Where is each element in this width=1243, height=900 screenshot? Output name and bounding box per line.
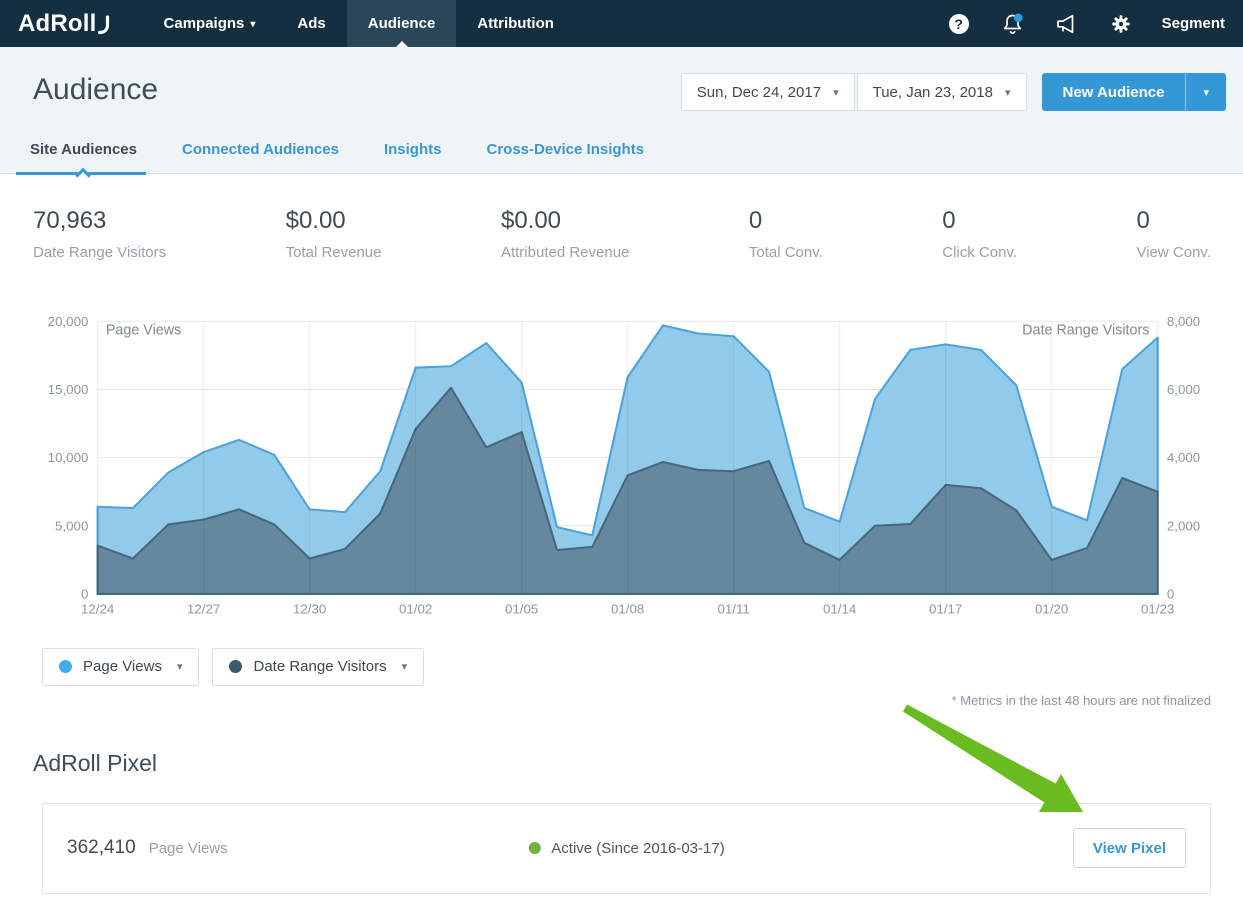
svg-text:5,000: 5,000 [55, 518, 88, 533]
svg-text:12/27: 12/27 [187, 601, 220, 616]
nav-item-campaigns[interactable]: Campaigns ▾ [143, 0, 277, 47]
stat-total-conv: 0 Total Conv. [749, 207, 823, 261]
svg-text:4,000: 4,000 [1167, 450, 1200, 465]
main-nav: Campaigns ▾ Ads Audience Attribution [143, 0, 575, 47]
segment-menu[interactable]: Segment [1148, 15, 1243, 32]
pixel-section-title: AdRoll Pixel [0, 708, 1243, 777]
view-pixel-button[interactable]: View Pixel [1073, 828, 1186, 868]
pixel-card: 362,410 Page Views Active (Since 2016-03… [42, 803, 1211, 894]
nav-item-attribution[interactable]: Attribution [456, 0, 575, 47]
svg-text:12/24: 12/24 [81, 601, 115, 616]
megaphone-icon[interactable] [1040, 12, 1094, 36]
help-icon[interactable]: ? [932, 14, 986, 34]
svg-text:12/30: 12/30 [293, 601, 326, 616]
svg-text:01/11: 01/11 [717, 601, 749, 616]
stat-date-range-visitors: 70,963 Date Range Visitors [33, 207, 166, 261]
end-date-dropdown[interactable]: Tue, Jan 23, 2018 ▾ [857, 73, 1027, 111]
bell-icon[interactable] [986, 12, 1040, 36]
tab-cross-device-insights[interactable]: Cross-Device Insights [486, 141, 644, 173]
active-status-dot [528, 842, 540, 854]
stat-view-conv: 0 View Conv. [1136, 207, 1210, 261]
tab-site-audiences[interactable]: Site Audiences [30, 141, 137, 173]
adroll-logo[interactable]: AdRoll [0, 0, 125, 47]
tab-connected-audiences[interactable]: Connected Audiences [182, 141, 339, 173]
navbar-right: ? [932, 0, 1243, 47]
svg-text:8,000: 8,000 [1167, 314, 1200, 329]
svg-text:Page Views: Page Views [106, 323, 182, 339]
svg-text:Date Range Visitors: Date Range Visitors [1022, 323, 1149, 339]
svg-text:0: 0 [1167, 587, 1174, 602]
metrics-footnote: * Metrics in the last 48 hours are not f… [0, 686, 1243, 708]
svg-text:01/08: 01/08 [611, 601, 644, 616]
stat-total-revenue: $0.00 Total Revenue [286, 207, 382, 261]
new-audience-split-button: New Audience ▾ [1042, 73, 1227, 111]
stat-attributed-revenue: $0.00 Attributed Revenue [501, 207, 629, 261]
chevron-down-icon: ▾ [177, 660, 183, 673]
svg-text:01/17: 01/17 [929, 601, 962, 616]
chevron-down-icon: ▾ [402, 660, 408, 673]
legend-page-views-dropdown[interactable]: Page Views ▾ [42, 648, 199, 686]
svg-text:20,000: 20,000 [48, 314, 89, 329]
chevron-down-icon: ▾ [1005, 86, 1011, 99]
svg-text:01/02: 01/02 [399, 601, 432, 616]
audience-tabs: Site Audiences Connected Audiences Insig… [30, 111, 1226, 173]
chevron-down-icon: ▾ [833, 86, 839, 99]
svg-text:01/14: 01/14 [823, 601, 857, 616]
svg-text:01/20: 01/20 [1035, 601, 1068, 616]
date-range-picker: Sun, Dec 24, 2017 ▾ Tue, Jan 23, 2018 ▾ [681, 73, 1027, 111]
nav-item-audience[interactable]: Audience [347, 0, 457, 47]
status-text: Active (Since 2016-03-17) [551, 840, 724, 857]
svg-text:2,000: 2,000 [1167, 518, 1200, 533]
page-header: Audience Sun, Dec 24, 2017 ▾ Tue, Jan 23… [0, 47, 1243, 174]
page-title: Audience [33, 73, 158, 107]
chevron-down-icon: ▾ [250, 19, 255, 30]
top-navbar: AdRoll Campaigns ▾ Ads Audience Attribut… [0, 0, 1243, 47]
legend-date-range-visitors-dropdown[interactable]: Date Range Visitors ▾ [212, 648, 424, 686]
gear-icon[interactable] [1094, 13, 1148, 35]
chart-svg: 0 0 5,000 2,000 10,000 4,000 15,000 6,000 20,000… [32, 311, 1211, 619]
svg-text:6,000: 6,000 [1167, 382, 1200, 397]
nav-item-ads[interactable]: Ads [276, 0, 346, 47]
svg-text:0: 0 [81, 587, 88, 602]
date-range-visitors-dot [229, 660, 242, 673]
new-audience-button[interactable]: New Audience [1042, 73, 1186, 111]
svg-text:15,000: 15,000 [48, 382, 89, 397]
svg-text:01/23: 01/23 [1141, 601, 1174, 616]
pixel-page-views: 362,410 Page Views [67, 837, 228, 859]
new-audience-dropdown-toggle[interactable]: ▾ [1185, 73, 1226, 111]
svg-text:01/05: 01/05 [505, 601, 538, 616]
brand-text: AdRoll [18, 10, 97, 38]
stat-click-conv: 0 Click Conv. [942, 207, 1017, 261]
traffic-chart: 0 0 5,000 2,000 10,000 4,000 15,000 6,000 20,000… [0, 311, 1243, 624]
start-date-dropdown[interactable]: Sun, Dec 24, 2017 ▾ [681, 73, 855, 111]
chart-legend: Page Views ▾ Date Range Visitors ▾ [0, 624, 1243, 686]
svg-text:10,000: 10,000 [48, 450, 89, 465]
chevron-down-icon: ▾ [1203, 86, 1209, 99]
pixel-status: Active (Since 2016-03-17) [528, 840, 724, 857]
tab-insights[interactable]: Insights [384, 141, 442, 173]
notification-badge [1014, 13, 1023, 22]
page-views-dot [59, 660, 72, 673]
summary-stats: 70,963 Date Range Visitors $0.00 Total R… [0, 174, 1243, 261]
logo-hook-icon [98, 14, 111, 36]
